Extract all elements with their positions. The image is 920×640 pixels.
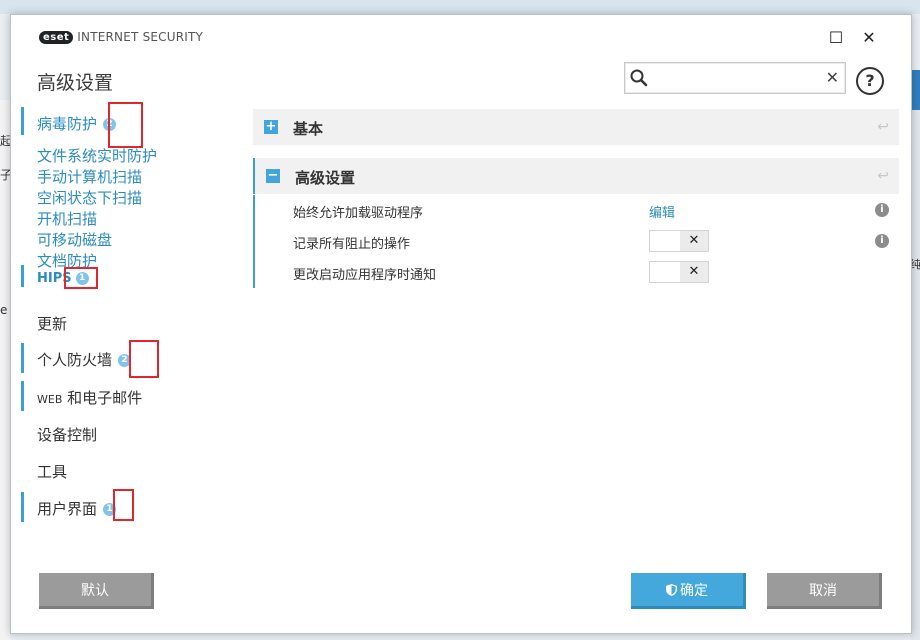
setting-label: 更改启动应用程序时通知 xyxy=(293,268,437,283)
nav-item-label: 个人防火墙 xyxy=(37,351,113,369)
toggle-off-icon: ✕ xyxy=(680,262,708,282)
background-app-strip xyxy=(0,0,920,14)
highlight-box xyxy=(129,340,159,378)
nav-subitem-startup-scan[interactable]: 开机扫描 xyxy=(37,208,97,229)
setting-row: 记录所有阻止的操作 ✕ i xyxy=(255,226,901,257)
ok-button[interactable]: 确定 xyxy=(631,573,746,609)
nav-item-update[interactable]: 更新 xyxy=(37,313,67,334)
edit-link[interactable]: 编辑 xyxy=(649,202,675,221)
nav-subitem-manual-scan[interactable]: 手动计算机扫描 xyxy=(37,166,142,187)
nav-item-label: 用户界面 xyxy=(37,500,98,518)
nav-section-web-email: WEB 和电子邮件 xyxy=(21,381,221,411)
collapse-icon[interactable]: − xyxy=(266,169,280,183)
nav-subitem-idle-scan[interactable]: 空闲状态下扫描 xyxy=(37,187,142,208)
ok-button-label: 确定 xyxy=(680,583,708,599)
section-advanced[interactable]: − 高级设置 ↩ xyxy=(253,158,899,194)
cancel-button[interactable]: 取消 xyxy=(767,573,882,609)
nav-item-antivirus[interactable]: 病毒防护 2 xyxy=(37,113,117,134)
reset-icon[interactable]: ↩ xyxy=(877,119,889,135)
page-title: 高级设置 xyxy=(37,72,114,94)
background-app-left: 起 子 e xyxy=(0,100,12,640)
eset-logo: eset INTERNET SECURITY xyxy=(39,30,203,44)
nav-item-device-control[interactable]: 设备控制 xyxy=(37,424,97,445)
nav-item-user-interface[interactable]: 用户界面 1 xyxy=(37,498,117,519)
highlight-box xyxy=(113,489,134,521)
nav-item-web-email[interactable]: WEB 和电子邮件 xyxy=(37,387,142,408)
highlight-box xyxy=(64,267,98,289)
toggle-switch[interactable]: ✕ xyxy=(649,230,709,252)
title-bar[interactable]: eset INTERNET SECURITY ☐ ✕ xyxy=(11,15,911,59)
close-button[interactable]: ✕ xyxy=(859,27,879,47)
nav-item-label: 病毒防护 xyxy=(37,115,98,133)
nav-item-tools[interactable]: 工具 xyxy=(37,461,67,482)
setting-label: 记录所有阻止的操作 xyxy=(293,237,411,252)
active-indicator xyxy=(21,265,24,287)
nav-subitem-realtime-protection[interactable]: 文件系统实时防护 xyxy=(37,145,157,166)
section-title: 基本 xyxy=(293,120,324,138)
section-basic[interactable]: + 基本 ↩ xyxy=(253,109,899,145)
search-box[interactable]: ✕ xyxy=(624,62,846,94)
setting-row: 更改启动应用程序时通知 ✕ xyxy=(255,257,901,288)
search-icon xyxy=(630,69,648,87)
setting-label: 始终允许加载驱动程序 xyxy=(293,206,424,221)
product-name: INTERNET SECURITY xyxy=(77,30,204,44)
advanced-settings-dialog: eset INTERNET SECURITY ☐ ✕ 高级设置 ✕ ? 病毒防护… xyxy=(10,14,912,634)
background-text: e xyxy=(0,303,8,317)
toggle-switch[interactable]: ✕ xyxy=(649,261,709,283)
nav-subitem-removable-media[interactable]: 可移动磁盘 xyxy=(37,229,112,250)
setting-row: 始终允许加载驱动程序 编辑 i xyxy=(255,195,901,226)
reset-icon[interactable]: ↩ xyxy=(877,168,889,184)
section-indicator xyxy=(21,492,24,522)
shield-icon xyxy=(666,584,677,596)
info-icon[interactable]: i xyxy=(875,234,889,248)
nav-section-firewall: 个人防火墙 2 xyxy=(21,343,221,373)
info-icon[interactable]: i xyxy=(875,203,889,217)
section-title: 高级设置 xyxy=(295,169,356,187)
section-indicator xyxy=(21,381,24,411)
clear-search-icon[interactable]: ✕ xyxy=(826,68,839,87)
active-indicator xyxy=(21,107,24,135)
maximize-button[interactable]: ☐ xyxy=(826,27,846,47)
help-icon[interactable]: ? xyxy=(856,67,884,95)
nav-item-label-prefix: WEB xyxy=(37,393,63,406)
advanced-settings-rows: 始终允许加载驱动程序 编辑 i 记录所有阻止的操作 ✕ i 更改启动应用程序时通… xyxy=(253,195,901,288)
section-indicator xyxy=(21,343,24,373)
nav-item-firewall[interactable]: 个人防火墙 2 xyxy=(37,349,132,370)
maximize-icon: ☐ xyxy=(828,27,844,47)
expand-icon[interactable]: + xyxy=(264,120,278,134)
nav-item-label: 和电子邮件 xyxy=(62,389,143,407)
toggle-off-icon: ✕ xyxy=(680,231,708,251)
close-icon: ✕ xyxy=(862,27,876,47)
default-button[interactable]: 默认 xyxy=(39,573,154,609)
highlight-box xyxy=(108,102,143,148)
search-input[interactable] xyxy=(653,67,817,91)
logo-badge: eset xyxy=(39,30,74,44)
